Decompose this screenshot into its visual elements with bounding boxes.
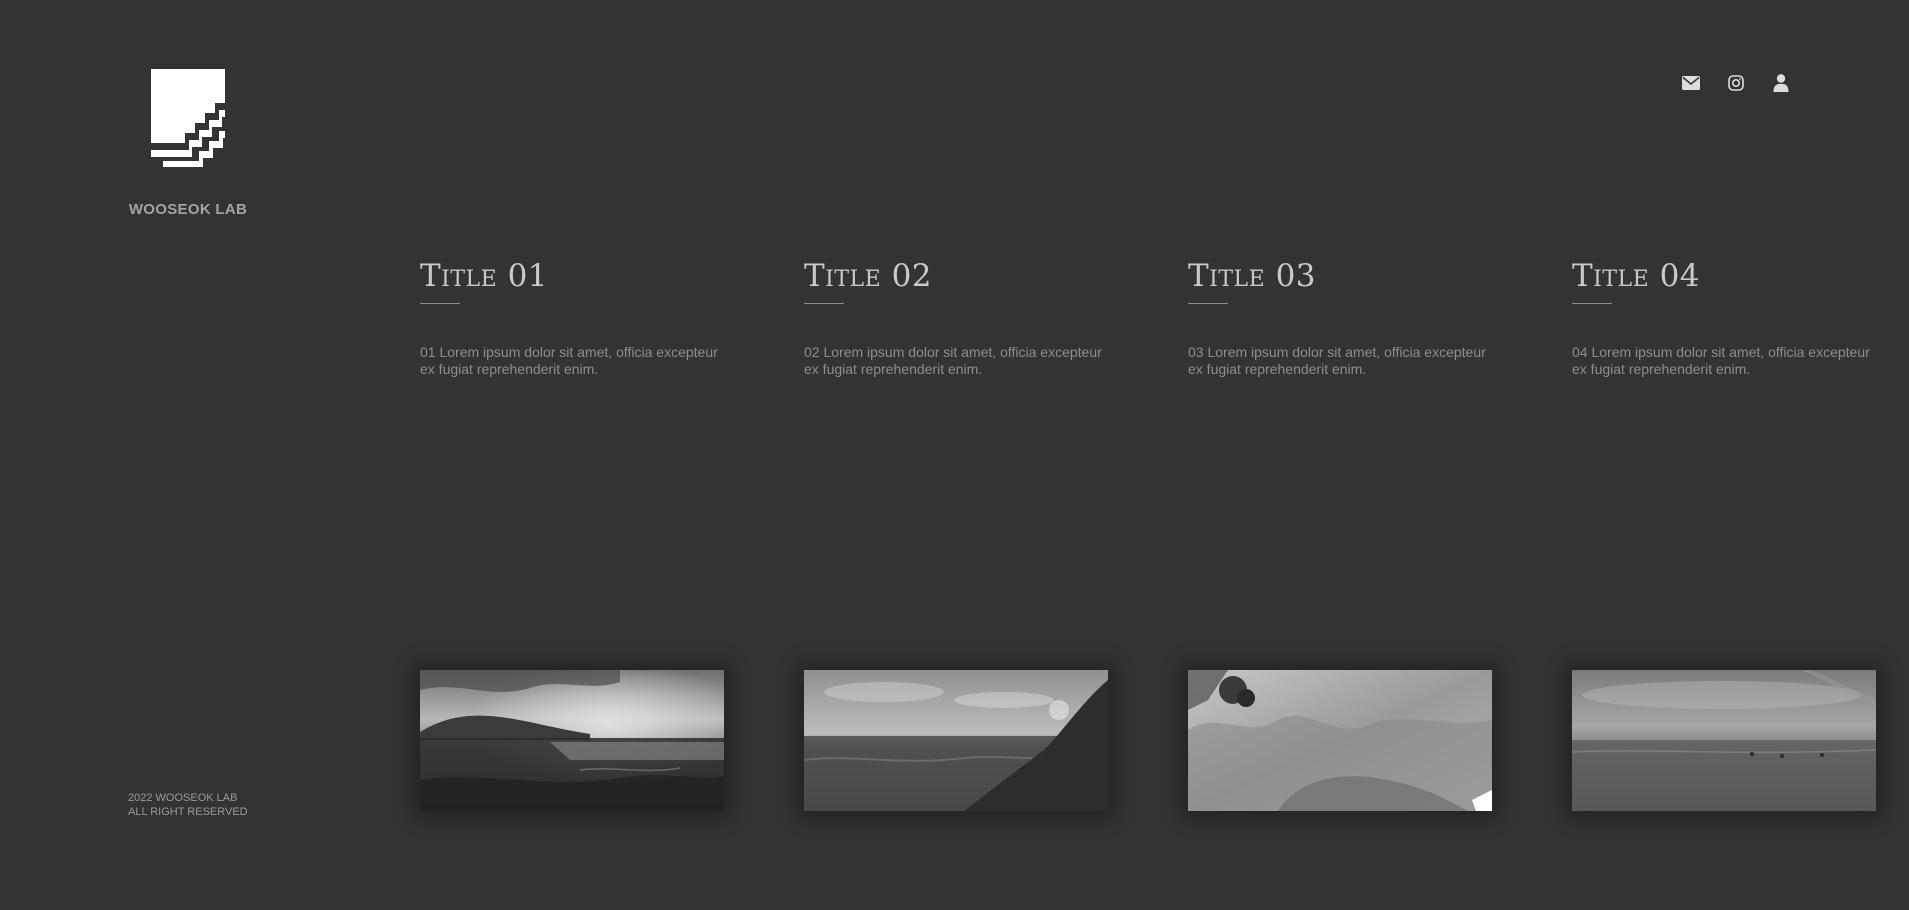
copyright-text: 2022 WOOSEOK LAB [128,792,238,804]
content-column-1: Title 01 01 Lorem ipsum dolor sit amet, … [420,252,725,811]
column-description: 04 Lorem ipsum dolor sit amet, officia e… [1572,344,1870,377]
content-column-3: Title 03 03 Lorem ipsum dolor sit amet, … [1188,252,1493,811]
column-title: Title 02 [804,258,933,294]
rights-text: ALL RIGHT RESERVED [128,806,248,818]
closeup-sea-foam-image[interactable] [1188,670,1492,811]
ocean-rocky-shore-image[interactable] [804,670,1108,811]
title-divider [804,303,844,304]
user-icon[interactable] [1770,72,1792,94]
title-divider [1572,303,1612,304]
content-column-4: Title 04 04 Lorem ipsum dolor sit amet, … [1572,252,1877,811]
ocean-sunset-island-image[interactable] [420,670,724,811]
title-divider [420,303,460,304]
column-title: Title 04 [1572,258,1701,294]
site-footer: 2022 WOOSEOK LAB ALL RIGHT RESERVED [128,791,248,819]
mail-icon[interactable] [1680,72,1702,94]
title-divider [1188,303,1228,304]
instagram-icon[interactable] [1725,72,1747,94]
column-description: 02 Lorem ipsum dolor sit amet, officia e… [804,344,1102,377]
page: WOOSEOK LAB Title 01 01 Lorem ipsum dolo… [0,0,1909,910]
header-icon-bar [1680,72,1792,94]
calm-sea-horizon-image[interactable] [1572,670,1876,811]
column-title: Title 03 [1188,258,1317,294]
stairs-logo-icon[interactable] [151,69,225,167]
brand-name[interactable]: WOOSEOK LAB [128,201,248,218]
content-column-2: Title 02 02 Lorem ipsum dolor sit amet, … [804,252,1109,811]
column-description: 03 Lorem ipsum dolor sit amet, officia e… [1188,344,1486,377]
column-title: Title 01 [420,258,549,294]
column-description: 01 Lorem ipsum dolor sit amet, officia e… [420,344,718,377]
